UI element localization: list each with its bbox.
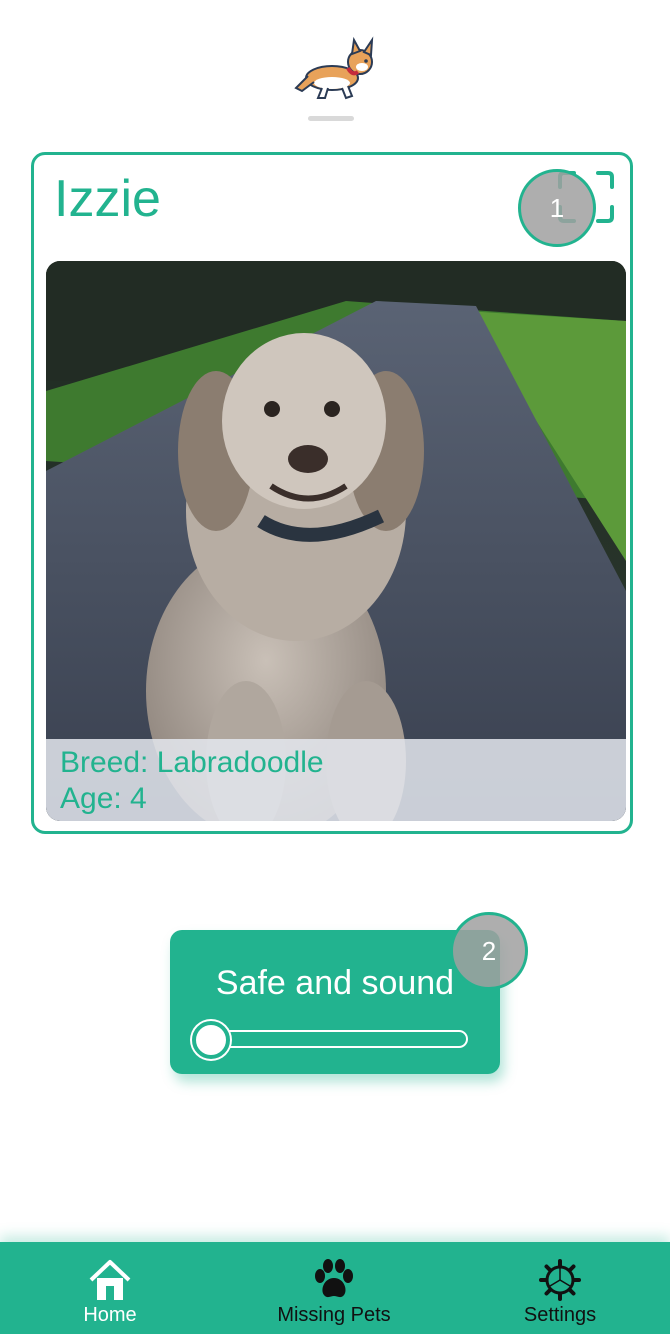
pet-info-overlay: Breed: Labradoodle Age: 4 xyxy=(46,739,626,821)
bottom-tab-bar: Home Missing Pets Settings xyxy=(0,1242,670,1334)
annotation-badge-1: 1 xyxy=(518,169,596,247)
status-slider-track[interactable] xyxy=(192,1030,468,1048)
pet-photo-image xyxy=(46,261,626,821)
tab-missing-pets-label: Missing Pets xyxy=(277,1304,391,1326)
pet-name: Izzie xyxy=(54,170,161,228)
pet-profile-card[interactable]: Izzie 1 Breed: Labradoodle Age: 4 xyxy=(31,152,633,834)
paw-icon xyxy=(315,1259,353,1298)
tab-home-label: Home xyxy=(83,1304,137,1326)
gear-icon xyxy=(539,1259,581,1301)
pet-breed: Breed: Labradoodle xyxy=(60,746,324,779)
pet-photo: Breed: Labradoodle Age: 4 xyxy=(46,261,626,821)
status-slider-thumb[interactable] xyxy=(192,1021,230,1059)
corgi-logo-icon xyxy=(294,36,374,100)
status-label: Safe and sound xyxy=(215,964,455,1002)
pet-age: Age: 4 xyxy=(60,782,147,815)
home-icon xyxy=(89,1260,131,1300)
tab-settings[interactable]: Settings xyxy=(470,1242,650,1334)
tab-settings-label: Settings xyxy=(523,1304,597,1326)
drag-handle[interactable] xyxy=(308,116,354,121)
annotation-badge-2: 2 xyxy=(450,912,528,990)
tab-home[interactable]: Home xyxy=(20,1242,200,1334)
tab-missing-pets[interactable]: Missing Pets xyxy=(244,1242,424,1334)
